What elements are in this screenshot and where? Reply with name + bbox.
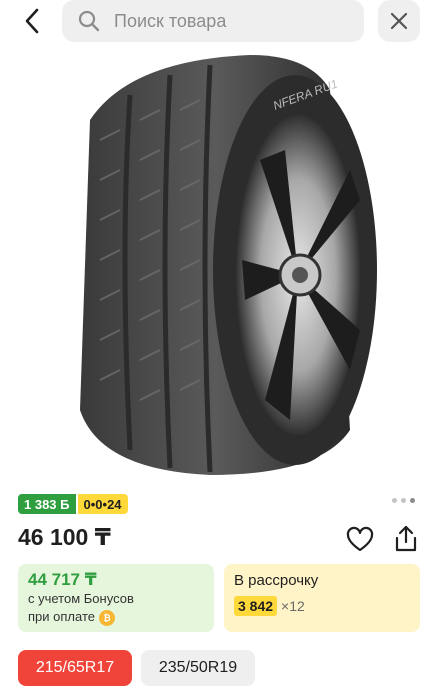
coin-icon: ₿	[98, 609, 115, 626]
gallery-dot[interactable]	[392, 498, 397, 503]
product-badges: 1 383 Б 0•0•24	[18, 494, 128, 514]
installment-title: В рассрочку	[234, 572, 319, 589]
top-bar	[0, 0, 439, 44]
product-price: 46 100 ₸	[18, 524, 111, 550]
share-button[interactable]	[392, 524, 420, 554]
bonus-price: 44 717 ₸	[28, 570, 97, 589]
installment-monthly: 3 842	[234, 596, 278, 616]
product-image[interactable]: NFERA RU1	[60, 50, 380, 480]
installment-row: 3 842 ×12	[234, 596, 410, 616]
bonus-note-line2: при оплате	[28, 609, 95, 624]
heart-icon	[346, 526, 374, 552]
gallery-dots[interactable]	[392, 498, 415, 503]
back-button[interactable]	[14, 5, 50, 37]
bonus-note-line1: с учетом Бонусов	[28, 591, 134, 606]
gallery-dot[interactable]	[401, 498, 406, 503]
bonus-note-line2-row: при оплате ₿	[28, 608, 204, 626]
bonus-price-card[interactable]: 44 717 ₸ с учетом Бонусов при оплате ₿	[18, 564, 214, 632]
bonus-badge: 1 383 Б	[18, 494, 76, 514]
chevron-left-icon	[25, 8, 39, 34]
search-icon	[78, 9, 102, 33]
installment-months: ×12	[281, 598, 305, 614]
search-bar[interactable]	[62, 0, 364, 42]
close-button[interactable]	[378, 0, 420, 42]
size-chip[interactable]: 235/50R19	[141, 650, 255, 686]
installment-card[interactable]: В рассрочку 3 842 ×12	[224, 564, 420, 632]
search-input[interactable]	[114, 3, 354, 39]
installment-badge: 0•0•24	[77, 494, 128, 514]
share-icon	[395, 525, 417, 552]
size-chip-selected[interactable]: 215/65R17	[18, 650, 132, 686]
gallery-dot-active[interactable]	[410, 498, 415, 503]
favorite-button[interactable]	[346, 526, 374, 554]
close-icon	[390, 12, 408, 30]
